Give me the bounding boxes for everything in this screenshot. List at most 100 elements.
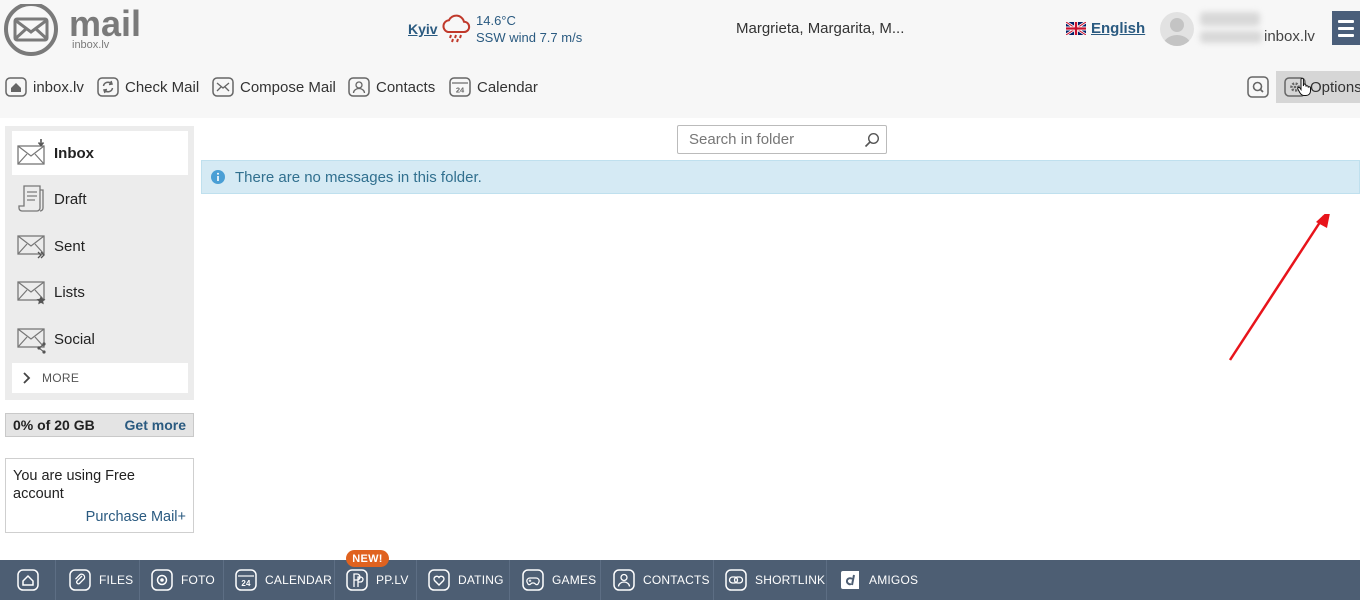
folder-label: Social — [54, 330, 95, 348]
empty-folder-message: There are no messages in this folder. — [235, 168, 482, 186]
bottom-nav-amigos[interactable]: AMIGOS — [828, 560, 928, 600]
toolbar-compose-mail[interactable]: Compose Mail — [212, 76, 336, 98]
global-search-button[interactable] — [1246, 76, 1270, 98]
folder-label: Lists — [54, 283, 85, 301]
chevron-right-icon — [20, 371, 32, 385]
info-icon — [211, 170, 225, 184]
storage-used-text: 0% of 20 GB — [13, 417, 95, 433]
header: mail inbox.lv Kyiv 14.6°C SSW wind 7.7 m… — [0, 0, 1360, 60]
toolbar-label: inbox.lv — [33, 78, 84, 96]
hamburger-line — [1338, 19, 1354, 23]
main-toolbar: inbox.lv Check Mail Compose Mail Contact… — [0, 68, 1360, 106]
toolbar-calendar[interactable]: 24 Calendar — [449, 76, 538, 98]
folder-label: Draft — [54, 190, 87, 208]
sidebar-item-inbox[interactable]: Inbox — [12, 131, 188, 175]
search-in-folder-input[interactable] — [678, 126, 858, 153]
inbox-icon — [16, 138, 48, 168]
hamburger-line — [1338, 33, 1354, 37]
social-icon — [16, 324, 48, 354]
sidebar-item-lists[interactable]: Lists — [12, 270, 188, 314]
pp-icon — [346, 569, 368, 591]
camera-icon — [151, 569, 173, 591]
toolbar-label: Compose Mail — [240, 78, 336, 96]
home-icon — [16, 569, 39, 591]
svg-text:24: 24 — [456, 86, 465, 95]
bottom-nav-foto[interactable]: FOTO — [141, 560, 224, 600]
envelope-icon — [212, 77, 234, 97]
mail-logo[interactable]: mail inbox.lv — [2, 4, 162, 56]
bottom-nav-calendar[interactable]: 24 CALENDAR — [225, 560, 335, 600]
bottom-nav-label: FILES — [99, 573, 134, 587]
toolbar-label: Check Mail — [125, 78, 200, 96]
toolbar-check-mail[interactable]: Check Mail — [97, 76, 199, 98]
hand-cursor-icon — [1297, 78, 1311, 96]
folder-search-box — [677, 125, 887, 154]
user-account[interactable]: inbox.lv — [1160, 10, 1330, 50]
user-email: inbox.lv — [1200, 28, 1315, 45]
new-badge: NEW! — [346, 550, 389, 567]
bottom-nav-label: GAMES — [552, 573, 597, 587]
bottom-nav-files[interactable]: FILES — [57, 560, 140, 600]
uk-flag-icon — [1066, 22, 1086, 35]
calendar-24-icon: 24 — [235, 569, 257, 591]
home-icon — [5, 77, 27, 97]
lists-icon — [16, 277, 48, 307]
sidebar-item-draft[interactable]: Draft — [12, 177, 188, 221]
logo-text: mail — [69, 4, 141, 44]
person-icon — [613, 569, 635, 591]
toolbar-inbox-lv[interactable]: inbox.lv — [5, 76, 84, 98]
search-icon — [1246, 76, 1270, 98]
folder-label: Inbox — [54, 144, 94, 162]
sidebar-item-social[interactable]: Social — [12, 317, 188, 361]
avatar — [1160, 12, 1194, 46]
bottom-navigation: FILES FOTO 24 CALENDAR PP.LV DATING GAME… — [0, 560, 1360, 600]
free-account-text: You are using Free account — [13, 468, 135, 502]
bottom-nav-games[interactable]: GAMES — [511, 560, 601, 600]
bottom-nav-label: SHORTLINK — [755, 573, 826, 587]
namedays-text: Margrieta, Margarita, M... — [736, 20, 905, 37]
weather-city-link[interactable]: Kyiv — [408, 21, 438, 37]
empty-folder-alert: There are no messages in this folder. — [201, 160, 1360, 194]
refresh-icon — [97, 77, 119, 97]
calendar-24-icon: 24 — [449, 77, 471, 97]
folder-sidebar: Inbox Draft Sent Lists Social MORE — [5, 126, 194, 400]
sidebar-item-sent[interactable]: Sent — [12, 224, 188, 268]
logo-subtext: inbox.lv — [72, 39, 110, 51]
weather-temperature: 14.6°C — [476, 13, 516, 28]
language-label: English — [1091, 20, 1146, 37]
sent-icon — [16, 231, 48, 261]
bottom-nav-label: FOTO — [181, 573, 215, 587]
bottom-nav-shortlink[interactable]: SHORTLINK — [715, 560, 827, 600]
draft-icon — [16, 184, 48, 214]
bottom-nav-home[interactable] — [0, 560, 56, 600]
search-icon[interactable] — [864, 132, 880, 148]
toolbar-label: Calendar — [477, 78, 538, 96]
hamburger-line — [1338, 26, 1354, 30]
options-button[interactable]: Options — [1276, 71, 1360, 103]
toolbar-contacts[interactable]: Contacts — [348, 76, 435, 98]
more-label: MORE — [42, 371, 80, 385]
sidebar-more-button[interactable]: MORE — [12, 363, 188, 393]
language-selector[interactable]: English — [1066, 20, 1145, 37]
free-account-box: You are using Free account Purchase Mail… — [5, 458, 194, 533]
annotation-arrow — [1220, 214, 1360, 384]
content-area: Inbox Draft Sent Lists Social MORE 0% of… — [0, 118, 1360, 560]
bottom-nav-contacts[interactable]: CONTACTS — [602, 560, 714, 600]
gamepad-icon — [522, 569, 544, 591]
link-icon — [725, 569, 747, 591]
toolbar-label: Contacts — [376, 78, 436, 96]
amigos-icon — [839, 569, 861, 591]
storage-usage: 0% of 20 GB Get more — [5, 413, 194, 437]
svg-text:24: 24 — [241, 579, 251, 588]
user-email-blurred — [1200, 31, 1262, 44]
heart-icon — [428, 569, 450, 591]
get-more-storage-link[interactable]: Get more — [125, 417, 186, 433]
hamburger-menu-button[interactable] — [1332, 11, 1360, 45]
bottom-nav-label: CALENDAR — [265, 573, 332, 587]
bottom-nav-label: AMIGOS — [869, 573, 919, 587]
bottom-nav-dating[interactable]: DATING — [418, 560, 510, 600]
weather-wind: SSW wind 7.7 m/s — [476, 30, 583, 45]
purchase-mail-plus-link[interactable]: Purchase Mail+ — [86, 509, 186, 525]
options-label: Options — [1310, 78, 1360, 96]
bottom-nav-label: CONTACTS — [643, 573, 710, 587]
